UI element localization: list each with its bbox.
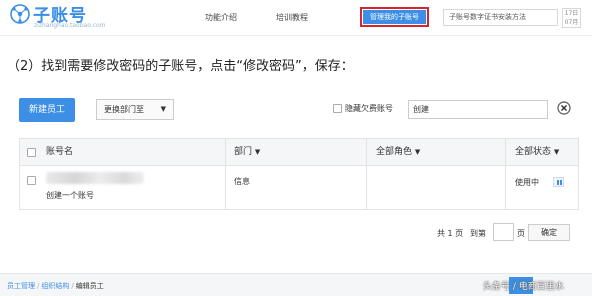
- nav-link-features[interactable]: 功能介绍: [205, 12, 237, 23]
- department-cell: 信息: [234, 177, 250, 186]
- column-account-name: 账号名: [46, 147, 74, 157]
- page-number-input[interactable]: [493, 223, 514, 241]
- top-nav-bar: 子账号 zizhanghao.taobao.com 功能介绍 培训教程 管理我的…: [0, 0, 592, 36]
- date-day: 17日: [564, 10, 579, 17]
- select-all-checkbox[interactable]: [27, 148, 36, 157]
- pause-icon[interactable]: [553, 177, 564, 187]
- hide-arrears-label: 隐藏欠费账号: [345, 104, 393, 113]
- caret-down-icon: ▼: [414, 148, 421, 156]
- breadcrumb-org-structure[interactable]: 组织结构: [41, 282, 69, 290]
- subaccount-table: 账号名 部门 ▼ 全部角色 ▼ 全部状态 ▼ 创建一个账号 信息 使用中: [19, 138, 579, 210]
- caret-down-icon: ▼: [160, 105, 166, 113]
- column-divider: [366, 139, 367, 209]
- instruction-caption: （2）找到需要修改密码的子账号，点击“修改密码”，保存：: [7, 59, 354, 74]
- column-status-label: 全部状态: [515, 147, 552, 157]
- hide-arrears-option[interactable]: 隐藏欠费账号: [333, 103, 393, 114]
- nav-link-tutorials[interactable]: 培训教程: [276, 12, 308, 23]
- breadcrumb-separator: /: [71, 282, 74, 290]
- table-header: 账号名 部门 ▼ 全部角色 ▼ 全部状态 ▼: [20, 139, 578, 166]
- search-input[interactable]: 创建: [408, 100, 548, 119]
- status-cell: 使用中: [515, 178, 539, 187]
- date-month: 07月: [564, 19, 579, 26]
- column-department-filter[interactable]: 部门 ▼: [234, 139, 260, 166]
- nav-link-manage-subaccounts[interactable]: 管理我的子账号: [360, 7, 429, 27]
- breadcrumb-edit-employee: 编辑员工: [75, 282, 104, 290]
- watermark: 头条号 / 电商百里水: [483, 282, 564, 292]
- confirm-page-button[interactable]: 确定: [528, 224, 570, 241]
- column-department-label: 部门: [234, 147, 253, 157]
- pager-total: 共 1 页: [437, 229, 464, 238]
- change-department-dropdown[interactable]: 更换部门至 ▼: [96, 99, 174, 120]
- change-department-label: 更换部门至: [104, 105, 144, 114]
- column-role-label: 全部角色: [376, 147, 413, 157]
- row-checkbox[interactable]: [27, 176, 36, 185]
- clear-search-icon[interactable]: [557, 101, 571, 115]
- column-divider: [505, 139, 506, 209]
- blurred-account-name: [46, 172, 144, 184]
- nav-search-box[interactable]: 子账号数字证书安装方法: [443, 9, 558, 26]
- logo-subtitle: zizhanghao.taobao.com: [34, 22, 106, 29]
- breadcrumb-separator: /: [37, 282, 40, 290]
- hide-arrears-checkbox[interactable]: [333, 104, 342, 113]
- column-role-filter[interactable]: 全部角色 ▼: [376, 139, 420, 166]
- new-employee-button[interactable]: 新建员工: [19, 98, 75, 122]
- account-sub-label[interactable]: 创建一个账号: [46, 190, 94, 201]
- caret-down-icon: ▼: [254, 148, 261, 156]
- caret-down-icon: ▼: [553, 148, 560, 156]
- date-badge: 17日 07月: [562, 8, 581, 28]
- column-divider: [225, 139, 226, 209]
- breadcrumb: 员工管理 / 组织结构 / 编辑员工: [7, 281, 104, 291]
- column-status-filter[interactable]: 全部状态 ▼: [515, 139, 559, 166]
- pager-unit-label: 页: [517, 229, 525, 238]
- nav-link-manage-label: 管理我的子账号: [363, 10, 426, 24]
- pager-goto-label: 到第: [470, 229, 486, 238]
- breadcrumb-employee-management[interactable]: 员工管理: [7, 282, 35, 290]
- logo-icon: [10, 4, 30, 24]
